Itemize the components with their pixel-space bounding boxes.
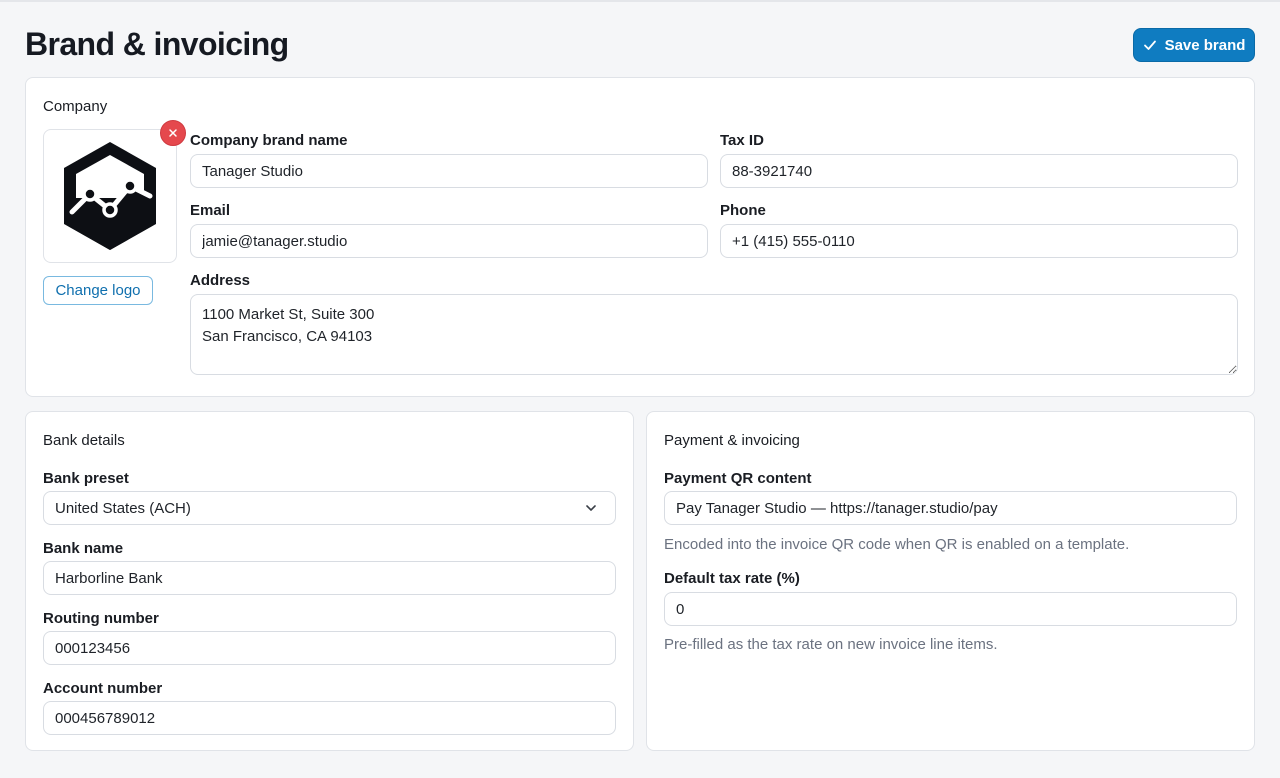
- payment-invoicing-card: Payment & invoicing Payment QR content E…: [646, 411, 1255, 751]
- logo-preview: [43, 129, 177, 263]
- payment-section-title: Payment & invoicing: [664, 432, 800, 449]
- address-textarea[interactable]: 1100 Market St, Suite 300 San Francisco,…: [190, 294, 1238, 375]
- save-brand-button[interactable]: Save brand: [1133, 28, 1255, 62]
- phone-label: Phone: [720, 202, 766, 219]
- bank-name-input[interactable]: [43, 561, 616, 595]
- bank-section-title: Bank details: [43, 432, 125, 449]
- qr-content-help: Encoded into the invoice QR code when QR…: [664, 536, 1130, 553]
- company-card: Company Change logo Company brand name T…: [25, 77, 1255, 397]
- tax-rate-label: Default tax rate (%): [664, 570, 800, 587]
- close-icon: [168, 128, 178, 138]
- bank-name-label: Bank name: [43, 540, 124, 557]
- account-number-input[interactable]: [43, 701, 616, 735]
- remove-logo-button[interactable]: [160, 120, 186, 146]
- email-label: Email: [190, 202, 231, 219]
- page-title: Brand & invoicing: [25, 26, 289, 62]
- chevron-down-icon: [584, 501, 598, 515]
- routing-number-label: Routing number: [43, 610, 159, 627]
- tax-rate-help: Pre-filled as the tax rate on new invoic…: [664, 636, 998, 653]
- qr-content-input[interactable]: [664, 491, 1237, 525]
- brand-name-input[interactable]: [190, 154, 708, 188]
- routing-number-input[interactable]: [43, 631, 616, 665]
- check-icon: [1143, 38, 1157, 52]
- bank-preset-value: United States (ACH): [55, 499, 191, 517]
- account-number-label: Account number: [43, 680, 163, 697]
- qr-content-label: Payment QR content: [664, 470, 812, 487]
- bank-preset-label: Bank preset: [43, 470, 129, 487]
- tax-id-input[interactable]: [720, 154, 1238, 188]
- top-divider: [0, 0, 1280, 2]
- phone-field[interactable]: [720, 224, 1238, 258]
- company-logo: [64, 142, 156, 250]
- brand-name-label: Company brand name: [190, 132, 348, 149]
- save-brand-label: Save brand: [1164, 36, 1246, 54]
- company-section-title: Company: [43, 98, 108, 115]
- bank-details-card: Bank details Bank preset United States (…: [25, 411, 634, 751]
- tax-id-label: Tax ID: [720, 132, 764, 149]
- bank-preset-select[interactable]: United States (ACH): [43, 491, 616, 525]
- change-logo-button[interactable]: Change logo: [43, 276, 153, 305]
- email-field[interactable]: [190, 224, 708, 258]
- address-label: Address: [190, 272, 251, 289]
- tax-rate-input[interactable]: [664, 592, 1237, 626]
